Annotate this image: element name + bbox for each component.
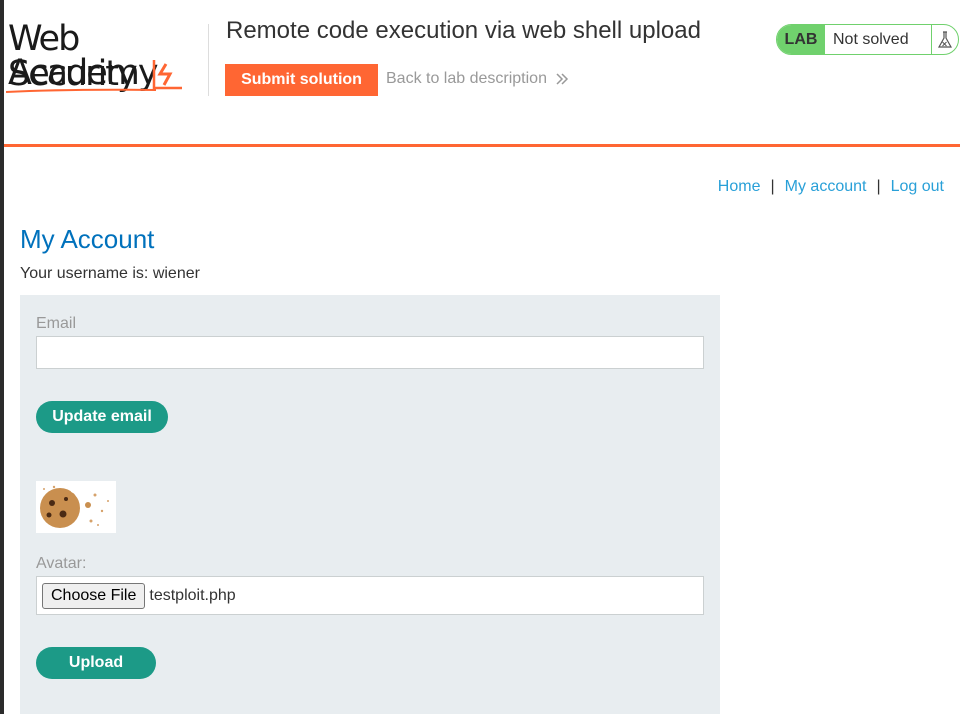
header-divider — [208, 24, 209, 96]
email-field[interactable] — [36, 336, 704, 369]
nav-home-link[interactable]: Home — [718, 178, 761, 195]
top-navigation: Home | My account | Log out — [718, 178, 944, 196]
nav-my-account-link[interactable]: My account — [785, 178, 867, 195]
logo-line2: Academy — [8, 53, 159, 93]
avatar — [36, 481, 116, 533]
avatar-file-input[interactable]: Choose File testploit.php — [36, 576, 704, 615]
lab-status-text: Not solved — [825, 25, 932, 54]
flask-icon — [937, 30, 953, 48]
web-security-academy-logo[interactable]: Web Security Academy — [6, 20, 206, 96]
page-title: My Account — [20, 224, 155, 254]
double-chevron-right-icon — [556, 73, 569, 85]
nav-separator: | — [770, 178, 775, 195]
lab-title: Remote code execution via web shell uplo… — [226, 17, 701, 44]
nav-log-out-link[interactable]: Log out — [891, 178, 944, 195]
lightning-bolt-icon — [152, 60, 182, 90]
cookie-avatar-image — [40, 485, 109, 528]
selected-file-name: testploit.php — [149, 586, 236, 604]
back-link-label: Back to lab description — [386, 70, 547, 87]
lab-tag: LAB — [777, 25, 825, 54]
back-to-lab-description-link[interactable]: Back to lab description — [386, 70, 569, 88]
upload-button[interactable]: Upload — [36, 647, 156, 679]
account-panel: Email Update email Avatar: Choose File t… — [20, 295, 720, 714]
header-rule — [4, 144, 960, 147]
window-edge — [0, 0, 4, 714]
lab-status-badge: LAB Not solved — [776, 24, 959, 55]
submit-solution-button[interactable]: Submit solution — [225, 64, 378, 96]
username-text: Your username is: wiener — [20, 265, 200, 282]
avatar-label: Avatar: — [36, 555, 87, 572]
nav-separator: | — [876, 178, 881, 195]
choose-file-button[interactable]: Choose File — [42, 582, 146, 609]
flask-icon-wrap[interactable] — [932, 25, 958, 54]
email-label: Email — [36, 315, 77, 332]
logo-underline — [6, 88, 157, 93]
update-email-button[interactable]: Update email — [36, 401, 168, 433]
